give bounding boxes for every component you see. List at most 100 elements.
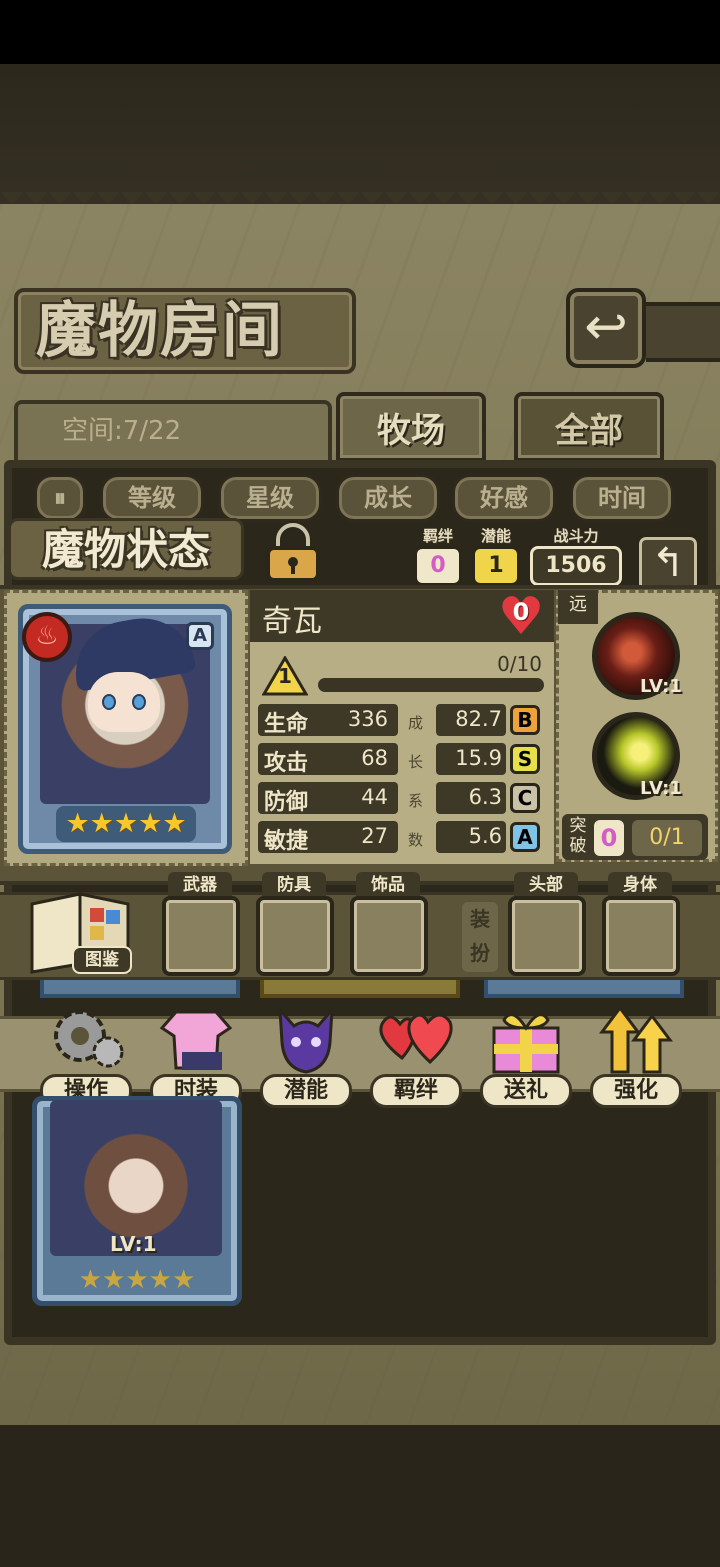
- enhance-button[interactable]: 强化: [590, 1002, 682, 1108]
- level-value: 1: [278, 664, 292, 688]
- action-label: 羁绊: [370, 1074, 462, 1108]
- space-count: 空间:7/22: [62, 416, 182, 446]
- action-label: 强化: [590, 1074, 682, 1108]
- body-slot[interactable]: [602, 896, 680, 976]
- sort-order-toggle[interactable]: ⏸: [34, 474, 86, 522]
- book-label: 图鉴: [72, 946, 132, 974]
- skill-level: LV:1: [640, 676, 682, 697]
- stat-value: 27: [361, 824, 388, 848]
- breakthrough-progress: 0/1: [632, 820, 702, 856]
- status-bar-area: [0, 0, 720, 64]
- star-icon: ★: [78, 1265, 103, 1295]
- exp-text: 0/10: [497, 652, 542, 676]
- potential-stat: 潜能 1: [472, 528, 520, 586]
- list-card-peek: [484, 980, 684, 998]
- armor-slot[interactable]: [256, 896, 334, 976]
- accessory-slot[interactable]: [350, 896, 428, 976]
- upgrade-arrows-icon: [599, 1005, 673, 1074]
- list-card-star-rating: ★★★★★: [68, 1262, 206, 1298]
- growth-char: 长: [408, 753, 424, 771]
- armor-slot-label: 防具: [262, 872, 326, 898]
- bond-value: 0: [414, 546, 462, 586]
- bond-label: 羁绊: [422, 527, 453, 545]
- action-label: 送礼: [480, 1074, 572, 1108]
- grade-badge: C: [510, 783, 540, 813]
- stat-name: 敏捷: [264, 829, 309, 854]
- skill-level: LV:1: [640, 778, 682, 799]
- star-rating: ★★★★★: [56, 806, 196, 842]
- footer-band: [0, 1425, 720, 1567]
- breakthrough-label: 突破: [569, 816, 587, 856]
- sort-growth-button[interactable]: 成长: [336, 474, 440, 522]
- padlock-icon[interactable]: [262, 520, 324, 584]
- gift-button[interactable]: 送礼: [480, 1002, 572, 1108]
- monster-eye-left: [102, 694, 116, 710]
- sort-level-button[interactable]: 等级: [100, 474, 204, 522]
- bond-button[interactable]: 羁绊: [370, 1002, 462, 1108]
- action-label: 潜能: [260, 1074, 352, 1108]
- growth-value: 5.6: [468, 824, 502, 848]
- monster-book-button[interactable]: 图鉴: [24, 886, 136, 978]
- fire-element-icon: ♨: [22, 612, 72, 662]
- tab-all[interactable]: 全部: [514, 392, 664, 462]
- potential-value: 1: [472, 546, 520, 586]
- star-icon: ★: [171, 1265, 196, 1295]
- outfit-button[interactable]: 时装: [150, 1002, 242, 1108]
- body-slot-label: 身体: [608, 872, 672, 898]
- range-tag: 远: [558, 590, 598, 624]
- star-icon: ★: [102, 1265, 126, 1295]
- exp-bar: [318, 678, 544, 692]
- gear-icon: [54, 1010, 124, 1068]
- grade-badge: S: [510, 744, 540, 774]
- dress-label: 装扮: [462, 902, 498, 972]
- star-icon: ★: [138, 808, 163, 839]
- bond-stat: 羁绊 0: [414, 528, 462, 586]
- stat-name: 防御: [264, 790, 309, 815]
- sort-star-button[interactable]: 星级: [218, 474, 322, 522]
- star-icon: ★: [89, 808, 114, 839]
- hearts-icon: [379, 1013, 453, 1065]
- parchment-edge: [0, 192, 720, 216]
- gift-icon: [492, 1013, 560, 1074]
- head-slot[interactable]: [508, 896, 586, 976]
- weapon-slot[interactable]: [162, 896, 240, 976]
- list-card-peek: [260, 980, 460, 998]
- stat-value: 68: [361, 746, 388, 770]
- sort-time-button[interactable]: 时间: [570, 474, 674, 522]
- potential-button[interactable]: 潜能: [260, 1002, 352, 1108]
- star-icon: ★: [65, 808, 90, 839]
- back-button[interactable]: ↩: [566, 288, 646, 368]
- monster-name: 奇瓦: [262, 604, 322, 639]
- grade-badge: A: [510, 822, 540, 852]
- page-title: 魔物房间: [36, 296, 284, 366]
- star-icon: ★: [125, 1265, 149, 1295]
- power-stat: 战斗力 1506: [530, 528, 622, 586]
- monster-face: [88, 672, 160, 732]
- header-band: [0, 64, 720, 204]
- tab-ranch[interactable]: 牧场: [336, 392, 486, 462]
- stat-value: 44: [361, 785, 388, 809]
- power-value: 1506: [530, 546, 622, 586]
- return-arrow-icon: ↰: [651, 540, 685, 586]
- operate-button[interactable]: 操作: [40, 1002, 132, 1108]
- stat-name: 攻击: [264, 751, 309, 776]
- power-label: 战斗力: [553, 527, 599, 545]
- monster-list-card-level: LV:1: [110, 1232, 157, 1256]
- shadow-spirit-icon: [278, 1005, 334, 1074]
- grade-badge: B: [510, 705, 540, 735]
- stat-name: 生命: [264, 712, 309, 737]
- list-card-peek: [40, 980, 240, 998]
- accessory-slot-label: 饰品: [356, 872, 420, 898]
- star-icon: ★: [148, 1265, 172, 1295]
- outfit-icon: [159, 1010, 233, 1070]
- sort-affection-button[interactable]: 好感: [452, 474, 556, 522]
- back-button-rail: [646, 302, 720, 362]
- sort-toggle-icon: ⏸: [54, 483, 66, 512]
- affection-value: 0: [512, 598, 530, 626]
- stat-value: 336: [347, 707, 388, 731]
- growth-char: 成: [408, 714, 424, 732]
- growth-char: 数: [408, 831, 424, 849]
- growth-value: 15.9: [455, 746, 502, 770]
- status-title: 魔物状态: [8, 518, 244, 580]
- growth-value: 6.3: [468, 785, 502, 809]
